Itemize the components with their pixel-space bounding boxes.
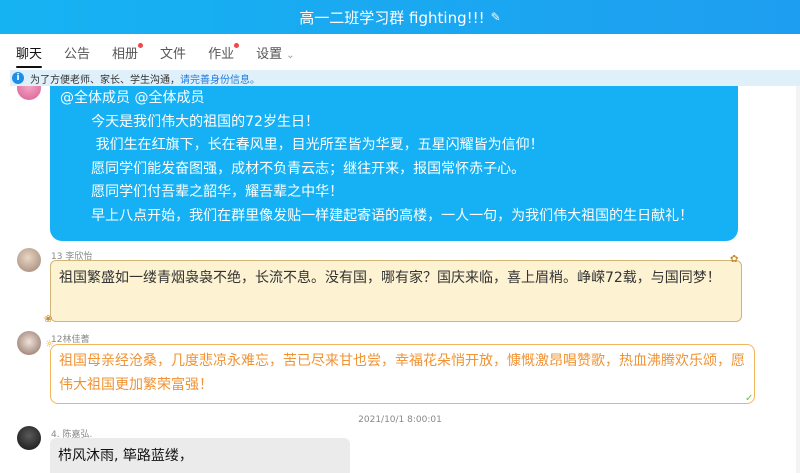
- avatar[interactable]: [17, 248, 41, 272]
- avatar[interactable]: [17, 331, 41, 355]
- unread-dot: [138, 43, 144, 48]
- message-line: 我们生在红旗下，长在春风里，目光所至皆为华夏，五星闪耀皆为信仰！: [60, 137, 544, 153]
- message-bubble: @全体成员 @全体成员 今天是我们伟大的祖国的72岁生日！ 我们生在红旗下，长在…: [50, 86, 738, 241]
- message-line: 今天是我们伟大的祖国的72岁生日！: [60, 113, 319, 130]
- tab-label: 相册: [112, 47, 139, 62]
- tab-label: 设置: [256, 47, 283, 62]
- unread-dot: [234, 43, 240, 48]
- chevron-down-icon: ⌄: [286, 50, 295, 61]
- message-timestamp: 2021/10/1 8:00:01: [358, 415, 442, 425]
- complete-info-link[interactable]: 请完善身份信息。: [180, 71, 260, 86]
- tab-label: 公告: [64, 47, 91, 62]
- group-title: 高一二班学习群 fighting!!!: [299, 8, 485, 27]
- tab-settings[interactable]: 设置 ⌄: [256, 43, 294, 70]
- message-line: 愿同学们能发奋图强，成材不负青云志；继往开来，报国常怀赤子心。: [60, 160, 526, 177]
- message-text: 栉风沐雨, 筚路蓝缕，: [58, 448, 193, 464]
- message-bubble: 栉风沐雨, 筚路蓝缕，: [50, 438, 350, 473]
- tab-files[interactable]: 文件: [160, 43, 186, 70]
- tab-chat[interactable]: 聊天: [16, 43, 43, 70]
- message-line: 愿同学们付吾辈之韶华，耀吾辈之中华！: [60, 184, 344, 200]
- title-bar: 高一二班学习群 fighting!!! ✎: [0, 0, 800, 34]
- tab-bar: 聊天 公告 相册 文件 作业 设置 ⌄: [0, 34, 800, 70]
- avatar[interactable]: [17, 86, 41, 100]
- message-bubble: 祖国繁盛如一缕青烟袅袅不绝，长流不息。没有国，哪有家？国庆来临，喜上眉梢。峥嵘7…: [50, 260, 742, 322]
- bubble-decoration-icon: ☼: [45, 339, 54, 350]
- tab-label: 文件: [160, 47, 187, 62]
- tab-label: 聊天: [16, 47, 43, 62]
- avatar[interactable]: [17, 426, 41, 450]
- bubble-decoration-icon: ❀: [44, 314, 53, 325]
- message-line: @全体成员 @全体成员: [60, 90, 205, 106]
- tab-homework[interactable]: 作业: [208, 43, 240, 70]
- notice-bar: i 为了方便老师、家长、学生沟通， 请完善身份信息。: [10, 70, 800, 86]
- info-icon: i: [12, 72, 24, 84]
- edit-icon[interactable]: ✎: [491, 10, 501, 24]
- message-bubble: 祖国母亲经沧桑，几度悲凉永难忘，苦已尽来甘也尝，幸福花朵悄开放，慷慨激昂唱赞歌，…: [50, 344, 755, 404]
- notice-text: 为了方便老师、家长、学生沟通，: [30, 74, 180, 86]
- message-text: 祖国繁盛如一缕青烟袅袅不绝，长流不息。没有国，哪有家？国庆来临，喜上眉梢。峥嵘7…: [59, 270, 721, 286]
- tab-announcement[interactable]: 公告: [64, 43, 90, 70]
- message-text: 祖国母亲经沧桑，几度悲凉永难忘，苦已尽来甘也尝，幸福花朵悄开放，慷慨激昂唱赞歌，…: [59, 353, 745, 393]
- bubble-decoration-icon: ✿: [730, 254, 739, 265]
- scrollbar[interactable]: [796, 86, 800, 473]
- tab-label: 作业: [208, 47, 235, 62]
- bubble-decoration-icon: ✓: [745, 393, 754, 404]
- chat-area[interactable]: @全体成员 @全体成员 今天是我们伟大的祖国的72岁生日！ 我们生在红旗下，长在…: [0, 86, 800, 473]
- message-line: 早上八点开始，我们在群里像发贴一样建起寄语的高楼，一人一句，为我们伟大祖国的生日…: [60, 207, 694, 224]
- tab-album[interactable]: 相册: [112, 43, 144, 70]
